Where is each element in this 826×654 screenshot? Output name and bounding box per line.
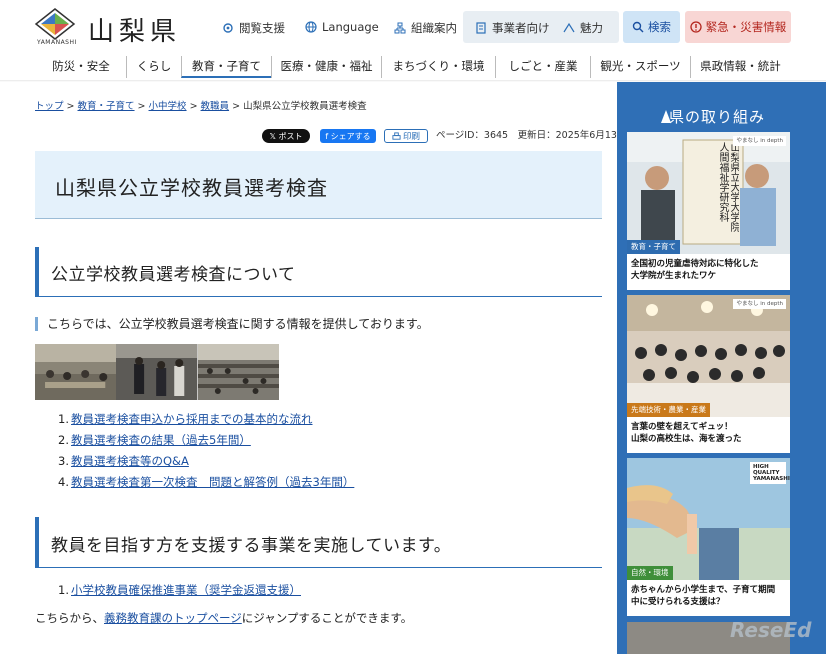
exam-flow-link[interactable]: 教員選考検査申込から採用までの基本的な流れ <box>71 412 313 426</box>
card-text: 全国初の児童虐待対応に特化した 大学院が生まれたワケ <box>627 254 790 290</box>
section-heading-box: 教員を目指す方を支援する事業を実施しています。 <box>35 517 602 568</box>
nav-item-government[interactable]: 県政情報・統計 <box>690 56 790 78</box>
nav-item-living[interactable]: くらし <box>126 56 181 78</box>
card-line1: 言葉の壁を超えてギュッ！ <box>631 422 733 432</box>
logo-caption: YAMANASHI <box>37 39 77 46</box>
exam-results-link[interactable]: 教員選考検査の結果（過去5年間） <box>71 433 251 447</box>
card-line2: 山梨の高校生は、海を渡った <box>631 434 742 444</box>
exam-questions-link[interactable]: 教員選考検査第一次検査 問題と解答例（過去3年間） <box>71 475 354 489</box>
breadcrumb-schools[interactable]: 小中学校 <box>149 101 187 112</box>
language-link[interactable]: Language <box>305 20 379 34</box>
initiatives-sidebar: 県の取り組み 山梨県立大学大学院 人間福祉学研究科 やまなし in depth … <box>617 82 826 654</box>
org-label: 組織案内 <box>411 21 457 35</box>
search-label: 検索 <box>648 20 671 34</box>
org-link[interactable]: 組織案内 <box>394 20 457 36</box>
breadcrumb-education[interactable]: 教育・子育て <box>78 101 135 112</box>
section-heading-box: 公立学校教員選考検査について <box>35 247 602 297</box>
high-quality-badge: HIGH QUALITY YAMANASHI <box>750 462 790 484</box>
card-line1: 全国初の児童虐待対応に特化した <box>631 259 759 269</box>
x-post-button[interactable]: 𝕏 ポスト <box>262 129 310 143</box>
search-button[interactable]: 検索 <box>623 11 680 43</box>
exam-qa-link[interactable]: 教員選考検査等のQ&A <box>71 454 189 468</box>
accessibility-label: 閲覧支援 <box>239 21 285 35</box>
list-item: 1. 教員選考検査申込から採用までの基本的な流れ <box>58 412 313 426</box>
card-image: 山梨県立大学大学院 人間福祉学研究科 やまなし in depth 教育・子育て <box>627 132 790 254</box>
card-line1: 赤ちゃんから小学生まで、子育て期間 <box>631 585 776 595</box>
card-image: やまなし in depth 先端技術・農業・産業 <box>627 295 790 417</box>
page-meta: ページID：3645 更新日：2025年6月13日 <box>436 130 627 141</box>
emergency-button[interactable]: 緊急・災害情報 <box>685 11 791 43</box>
site-title[interactable]: 山梨県 <box>88 11 181 48</box>
printer-icon <box>392 131 401 140</box>
card-text: 赤ちゃんから小学生まで、子育て期間 中に受けられる支援は？ <box>627 580 790 616</box>
breadcrumb-staff[interactable]: 教職員 <box>201 101 230 112</box>
print-label: 印刷 <box>402 132 420 142</box>
print-button[interactable]: 印刷 <box>384 129 428 143</box>
building-icon <box>476 22 486 34</box>
footer-prefix: こちらから、 <box>35 611 104 625</box>
nav-item-work[interactable]: しごと・産業 <box>495 56 590 78</box>
mountain-icon <box>563 22 575 33</box>
section-heading: 教員を目指す方を支援する事業を実施しています。 <box>51 536 452 556</box>
business-group: 事業者向け 魅力 <box>463 11 619 43</box>
breadcrumb: トップ > 教育・子育て > 小中学校 > 教職員 > 山梨県公立学校教員選考検… <box>35 101 367 112</box>
global-nav: 防災・安全 くらし 教育・子育て 医療・健康・福祉 まちづくり・環境 しごと・産… <box>0 56 826 82</box>
lecture-hall-photo <box>197 344 279 400</box>
nav-item-health[interactable]: 医療・健康・福祉 <box>271 56 381 78</box>
site-header: YAMANASHI 山梨県 閲覧支援 Language 組織案内 事業者向け 魅… <box>0 0 826 56</box>
card-image: HIGH QUALITY YAMANASHI 自然・環境 <box>627 458 790 580</box>
business-link[interactable]: 事業者向け <box>475 20 550 36</box>
card-tag: 自然・環境 <box>627 566 673 580</box>
search-icon <box>632 21 644 33</box>
facebook-share-button[interactable]: f シェアする <box>320 129 376 143</box>
globe-icon <box>305 21 317 33</box>
charm-label: 魅力 <box>580 21 603 35</box>
list-item: 1. 小学校教員確保推進事業（奨学金返還支援） <box>58 583 301 597</box>
list-item: 4. 教員選考検査第一次検査 問題と解答例（過去3年間） <box>58 475 355 489</box>
initiative-card[interactable]: HIGH QUALITY YAMANASHI 自然・環境 赤ちゃんから小学生まで… <box>627 458 790 616</box>
list-item: 2. 教員選考検査の結果（過去5年間） <box>58 433 251 447</box>
accessibility-link[interactable]: 閲覧支援 <box>222 20 285 36</box>
page-title-box: 山梨県公立学校教員選考検査 <box>35 151 602 219</box>
sign-text: 山梨県立大学大学院 人間福祉学研究科 <box>717 142 739 242</box>
lead-text: こちらでは、公立学校教員選考検査に関する情報を提供しております。 <box>35 317 429 331</box>
card-line2: 大学院が生まれたワケ <box>631 271 717 281</box>
page-title: 山梨県公立学校教員選考検査 <box>55 176 328 200</box>
card-tag: 教育・子育て <box>627 240 680 254</box>
support-links-list: 1. 小学校教員確保推進事業（奨学金返還支援） <box>58 580 301 601</box>
alert-icon <box>690 21 702 33</box>
org-chart-icon <box>394 22 406 34</box>
scholarship-link[interactable]: 小学校教員確保推進事業（奨学金返還支援） <box>71 583 301 597</box>
card-text: 言葉の壁を超えてギュッ！ 山梨の高校生は、海を渡った <box>627 417 790 453</box>
charm-link[interactable]: 魅力 <box>563 20 603 36</box>
section-heading: 公立学校教員選考検査について <box>51 265 296 285</box>
gear-icon <box>223 23 233 33</box>
interview-photo <box>116 344 198 400</box>
watermark: ReseEd <box>730 618 812 642</box>
card-tag: 先端技術・農業・産業 <box>627 403 710 417</box>
initiative-card[interactable]: 山梨県立大学大学院 人間福祉学研究科 やまなし in depth 教育・子育て … <box>627 132 790 290</box>
in-depth-badge: やまなし in depth <box>733 136 786 146</box>
photo-strip <box>35 344 279 400</box>
breadcrumb-top[interactable]: トップ <box>35 101 64 112</box>
nav-item-education[interactable]: 教育・子育て <box>181 56 271 78</box>
exam-links-list: 1. 教員選考検査申込から採用までの基本的な流れ 2. 教員選考検査の結果（過去5年… <box>58 409 354 493</box>
nav-item-disaster[interactable]: 防災・安全 <box>36 56 126 78</box>
nav-item-tourism[interactable]: 観光・スポーツ <box>590 56 690 78</box>
initiative-card[interactable]: やまなし in depth 先端技術・農業・産業 言葉の壁を超えてギュッ！ 山梨… <box>627 295 790 453</box>
in-depth-badge: やまなし in depth <box>733 299 786 309</box>
compulsory-education-link[interactable]: 義務教育課のトップページ <box>104 611 242 625</box>
footer-note: こちらから、義務教育課のトップページにジャンプすることができます。 <box>35 610 412 626</box>
breadcrumb-current: 山梨県公立学校教員選考検査 <box>243 101 367 112</box>
business-label: 事業者向け <box>492 21 550 35</box>
classroom-photo <box>35 344 117 400</box>
sidebar-title: 県の取り組み <box>669 108 766 126</box>
card-line2: 中に受けられる支援は？ <box>631 597 725 607</box>
emergency-label: 緊急・災害情報 <box>705 20 787 34</box>
language-label: Language <box>322 20 379 34</box>
list-item: 3. 教員選考検査等のQ&A <box>58 454 189 468</box>
nav-item-town[interactable]: まちづくり・環境 <box>381 56 495 78</box>
footer-suffix: にジャンプすることができます。 <box>241 611 413 625</box>
